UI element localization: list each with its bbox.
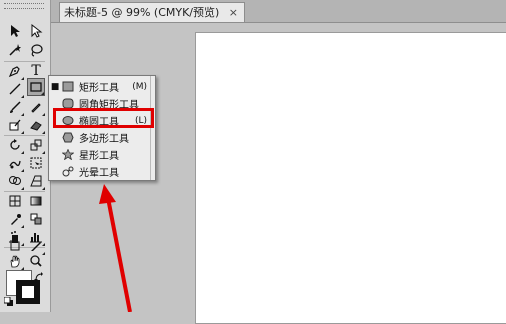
artboard[interactable]	[195, 32, 506, 324]
direct-selection-tool-icon[interactable]	[27, 22, 45, 40]
flyout-item-label: 星形工具	[79, 151, 119, 162]
tools-panel: T	[0, 0, 51, 312]
paintbrush-tool-icon[interactable]	[6, 98, 24, 116]
polygon-icon	[61, 132, 75, 144]
flyout-item-label: 光晕工具	[79, 168, 119, 179]
rectangle-icon	[61, 81, 75, 93]
shape-tools-flyout: ■ 矩形工具 (M) 圆角矩形工具 椭圆工具 (L) 多边形工具 星形工具 光晕…	[48, 75, 156, 181]
eraser-tool-icon[interactable]	[27, 116, 45, 134]
flyout-item-rectangle[interactable]: ■ 矩形工具 (M)	[49, 78, 155, 95]
warp-tool-icon[interactable]	[6, 154, 24, 172]
flyout-item-label: 矩形工具	[79, 83, 119, 94]
blend-tool-icon[interactable]	[27, 210, 45, 228]
type-tool-label: T	[31, 63, 41, 79]
flyout-item-star[interactable]: 星形工具	[49, 146, 155, 163]
flyout-tearoff-strip[interactable]	[150, 76, 155, 180]
rotate-tool-icon[interactable]	[6, 136, 24, 154]
scale-tool-icon[interactable]	[27, 136, 45, 154]
flyout-item-flare[interactable]: 光晕工具	[49, 163, 155, 180]
gradient-tool-icon[interactable]	[27, 192, 45, 210]
stroke-color-swatch[interactable]	[16, 280, 40, 304]
hand-tool-icon[interactable]	[6, 252, 24, 270]
pencil-tool-icon[interactable]	[27, 98, 45, 116]
free-transform-tool-icon[interactable]	[27, 154, 45, 172]
ellipse-highlight-box	[53, 108, 154, 128]
flyout-item-polygon[interactable]: 多边形工具	[49, 129, 155, 146]
selection-tool-icon[interactable]	[6, 22, 24, 40]
zoom-tool-icon[interactable]	[27, 252, 45, 270]
mesh-tool-icon[interactable]	[6, 192, 24, 210]
flare-icon	[61, 166, 75, 178]
shape-builder-tool-icon[interactable]	[6, 172, 24, 190]
magic-wand-tool-icon[interactable]	[6, 41, 24, 59]
default-colors-icon[interactable]	[4, 297, 14, 307]
close-icon[interactable]: ×	[229, 3, 238, 22]
line-tool-icon[interactable]	[6, 80, 24, 98]
selected-bullet-icon: ■	[50, 81, 60, 92]
document-tab-title: 未标题-5 @ 99% (CMYK/预览)	[64, 6, 220, 19]
annotation-arrow-icon	[99, 184, 132, 312]
lasso-tool-icon[interactable]	[27, 41, 45, 59]
blob-brush-tool-icon[interactable]	[6, 116, 24, 134]
flyout-item-label: 多边形工具	[79, 134, 129, 145]
eyedropper-tool-icon[interactable]	[6, 210, 24, 228]
document-tab[interactable]: 未标题-5 @ 99% (CMYK/预览) ×	[59, 2, 245, 22]
pen-tool-icon[interactable]	[6, 62, 24, 80]
panel-grip[interactable]	[4, 3, 44, 9]
flyout-item-shortcut: (M)	[132, 81, 147, 92]
perspective-grid-tool-icon[interactable]	[27, 172, 45, 190]
swap-colors-icon[interactable]	[34, 272, 44, 282]
star-icon	[61, 149, 75, 161]
document-tab-bar: 未标题-5 @ 99% (CMYK/预览) ×	[51, 0, 506, 23]
rectangle-tool-icon[interactable]	[27, 78, 45, 96]
